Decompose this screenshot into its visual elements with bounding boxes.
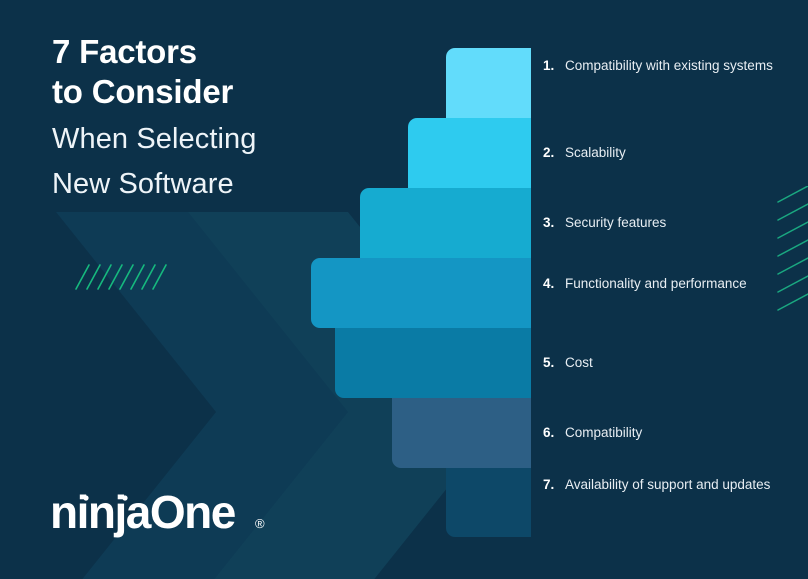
list-item-label: Functionality and performance xyxy=(565,276,747,291)
page-title: 7 Factors to Consider When Selecting New… xyxy=(52,32,257,202)
list-item-number: 3. xyxy=(543,215,555,230)
logo-registered-mark: ® xyxy=(255,516,265,531)
subtitle-line-1: When Selecting xyxy=(52,123,257,155)
bar-2 xyxy=(408,118,531,188)
slash-decoration-left xyxy=(74,262,172,292)
logo-dot-i1 xyxy=(83,495,89,501)
list-item-label: Scalability xyxy=(565,145,626,160)
list-item-number: 7. xyxy=(543,477,555,492)
list-item-label: Security features xyxy=(565,215,667,230)
bar-4 xyxy=(311,258,531,328)
list-item-label: Cost xyxy=(565,355,593,370)
list-item-number: 2. xyxy=(543,145,555,160)
list-item-label: Compatibility xyxy=(565,425,643,440)
list-item-number: 4. xyxy=(543,276,555,291)
bar-6 xyxy=(392,398,531,468)
list-item-label: Availability of support and updates xyxy=(565,477,771,492)
list-item: 3. Security features xyxy=(543,214,793,233)
bar-7 xyxy=(446,468,531,537)
list-item: 5. Cost xyxy=(543,354,793,373)
list-item-number: 6. xyxy=(543,425,555,440)
subtitle-line-2: New Software xyxy=(52,168,234,200)
logo-dot-i2 xyxy=(122,495,128,501)
bar-1 xyxy=(446,48,531,118)
logo-wordmark: ninjaOne xyxy=(50,488,236,538)
list-item-label: Compatibility with existing systems xyxy=(565,58,773,73)
list-item: 4. Functionality and performance xyxy=(543,275,793,294)
ninjaone-logo: ninjaOne ® xyxy=(50,488,272,540)
infographic-canvas: 7 Factors to Consider When Selecting New… xyxy=(0,0,808,579)
list-item: 7. Availability of support and updates xyxy=(543,476,793,495)
ninjaone-logo-mark: ninjaOne ® xyxy=(50,488,265,538)
list-item-number: 5. xyxy=(543,355,555,370)
title-line-2: to Consider xyxy=(52,73,234,110)
title-line-1: 7 Factors xyxy=(52,33,197,70)
bar-3 xyxy=(360,188,531,258)
list-item: 1. Compatibility with existing systems xyxy=(543,57,793,76)
bar-5 xyxy=(335,328,531,398)
list-item-number: 1. xyxy=(543,58,555,73)
list-item: 2. Scalability xyxy=(543,144,793,163)
list-item: 6. Compatibility xyxy=(543,424,793,443)
